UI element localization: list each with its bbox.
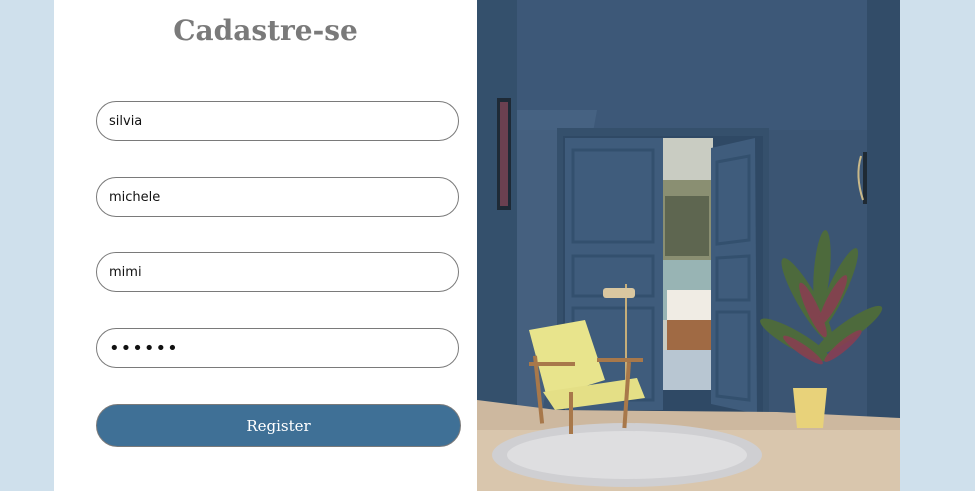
username-input[interactable]: [96, 252, 459, 292]
register-card: Cadastre-se Register: [54, 0, 900, 491]
register-form: Cadastre-se Register: [54, 0, 477, 491]
page-title: Cadastre-se: [173, 14, 358, 47]
password-input[interactable]: [96, 328, 459, 368]
register-button[interactable]: Register: [96, 404, 461, 447]
last-name-input[interactable]: [96, 177, 459, 217]
first-name-input[interactable]: [96, 101, 459, 141]
interior-room-image: [477, 0, 900, 491]
